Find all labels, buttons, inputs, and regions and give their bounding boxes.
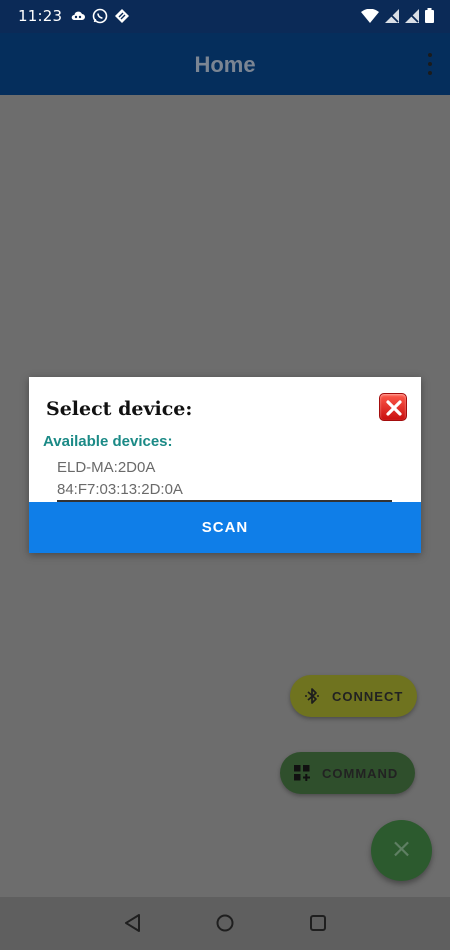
device-name: ELD-MA:2D0A <box>57 459 156 476</box>
device-address: 84:F7:03:13:2D:0A <box>57 481 183 498</box>
signal-off-icon <box>405 8 419 27</box>
dialog-close-button[interactable] <box>379 393 407 421</box>
connect-label: CONNECT <box>332 688 404 704</box>
system-nav-bar <box>0 897 450 950</box>
status-bar: 11:23 <box>0 0 450 33</box>
scan-button[interactable]: SCAN <box>29 502 421 553</box>
signal-off-icon <box>385 8 399 27</box>
available-devices-label: Available devices: <box>43 433 173 450</box>
grid-add-icon <box>294 765 310 781</box>
command-label: COMMAND <box>322 765 399 781</box>
home-icon[interactable] <box>215 913 235 937</box>
app-icon <box>114 8 130 24</box>
select-device-dialog: Select device: Available devices: ELD-MA… <box>29 377 421 553</box>
wifi-icon <box>361 8 379 27</box>
close-icon: × <box>390 834 413 864</box>
device-list-item[interactable]: ELD-MA:2D0A 84:F7:03:13:2D:0A <box>57 457 392 502</box>
app-bar: Home <box>0 33 450 95</box>
connect-button[interactable]: CONNECT <box>290 675 417 717</box>
page-title: Home <box>194 52 256 77</box>
notification-icons <box>70 8 130 24</box>
back-icon[interactable] <box>124 913 142 937</box>
cloud-icon <box>70 8 86 24</box>
recents-icon[interactable] <box>309 913 327 937</box>
close-icon <box>386 400 402 416</box>
whatsapp-icon <box>92 8 108 24</box>
command-button[interactable]: COMMAND <box>280 752 415 794</box>
status-time: 11:23 <box>18 7 63 25</box>
bluetooth-icon <box>305 688 319 704</box>
overflow-menu-icon[interactable] <box>426 53 434 75</box>
dialog-title: Select device: <box>46 398 193 420</box>
fab-close-button[interactable]: × <box>371 820 432 881</box>
system-icons <box>361 8 434 27</box>
battery-icon <box>425 8 434 27</box>
